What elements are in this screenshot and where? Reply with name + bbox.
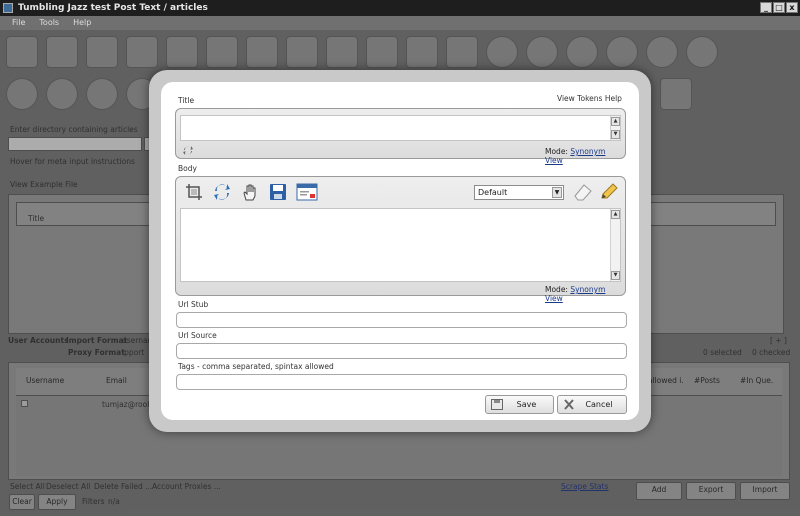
body-scroll-up-arrow[interactable]: ▲ — [611, 210, 620, 219]
url-stub-input[interactable] — [176, 312, 627, 328]
menu-bar: File Tools Help — [0, 16, 800, 30]
scroll-up-arrow[interactable]: ▲ — [611, 117, 620, 126]
close-button[interactable]: x — [786, 2, 798, 13]
title-label: Title — [178, 96, 195, 105]
menu-tools[interactable]: Tools — [39, 16, 59, 30]
app-icon — [3, 3, 13, 13]
hand-icon[interactable] — [240, 182, 260, 202]
url-source-input[interactable] — [176, 343, 627, 359]
window-titlebar: Tumbling Jazz test Post Text / articles … — [0, 0, 800, 16]
format-select-value: Default — [478, 188, 508, 197]
eraser-icon[interactable] — [572, 182, 594, 202]
refresh-icon[interactable] — [212, 182, 232, 202]
body-label: Body — [178, 164, 197, 173]
post-text-dialog: Title View Tokens Help ▲ ▼ Mode: Synonym… — [149, 70, 651, 432]
tags-label: Tags - comma separated, spintax allowed — [178, 362, 334, 371]
spin-refresh-icon[interactable] — [182, 145, 194, 156]
title-panel: ▲ ▼ Mode: Synonym View — [175, 108, 626, 165]
body-editor[interactable]: ▲ ▼ — [180, 208, 621, 282]
menu-file[interactable]: File — [12, 16, 25, 30]
title-mode: Mode: Synonym View — [545, 147, 625, 165]
window-icon[interactable] — [296, 182, 318, 202]
minimize-button[interactable]: _ — [760, 2, 772, 13]
save-disk-icon[interactable] — [268, 182, 288, 202]
url-source-label: Url Source — [178, 331, 217, 340]
scroll-down-arrow[interactable]: ▼ — [611, 130, 620, 139]
cancel-button-label: Cancel — [585, 400, 613, 409]
view-tokens-help-link[interactable]: View Tokens Help — [557, 94, 622, 103]
body-mode-label: Mode: — [545, 285, 568, 294]
window-title: Tumbling Jazz test Post Text / articles — [18, 3, 208, 13]
maximize-button[interactable]: □ — [773, 2, 785, 13]
pencil-icon[interactable] — [598, 182, 620, 202]
save-button-label: Save — [516, 400, 537, 409]
url-stub-label: Url Stub — [178, 300, 209, 309]
title-scrollbar[interactable]: ▲ ▼ — [610, 116, 620, 140]
format-select[interactable]: Default ▼ — [474, 185, 564, 200]
save-button[interactable]: Save — [485, 395, 554, 414]
cancel-button[interactable]: Cancel — [557, 395, 627, 414]
chevron-down-icon[interactable]: ▼ — [552, 187, 562, 198]
dialog-content: Title View Tokens Help ▲ ▼ Mode: Synonym… — [161, 82, 639, 420]
title-editor[interactable]: ▲ ▼ — [180, 115, 621, 141]
crop-icon[interactable] — [184, 182, 204, 202]
body-panel: Default ▼ ▲ ▼ Mode: Synonym View — [175, 176, 626, 303]
body-scrollbar[interactable]: ▲ ▼ — [610, 209, 620, 281]
menu-help[interactable]: Help — [73, 16, 91, 30]
tags-input[interactable] — [176, 374, 627, 390]
body-mode: Mode: Synonym View — [545, 285, 625, 303]
title-mode-label: Mode: — [545, 147, 568, 156]
body-scroll-down-arrow[interactable]: ▼ — [611, 271, 620, 280]
